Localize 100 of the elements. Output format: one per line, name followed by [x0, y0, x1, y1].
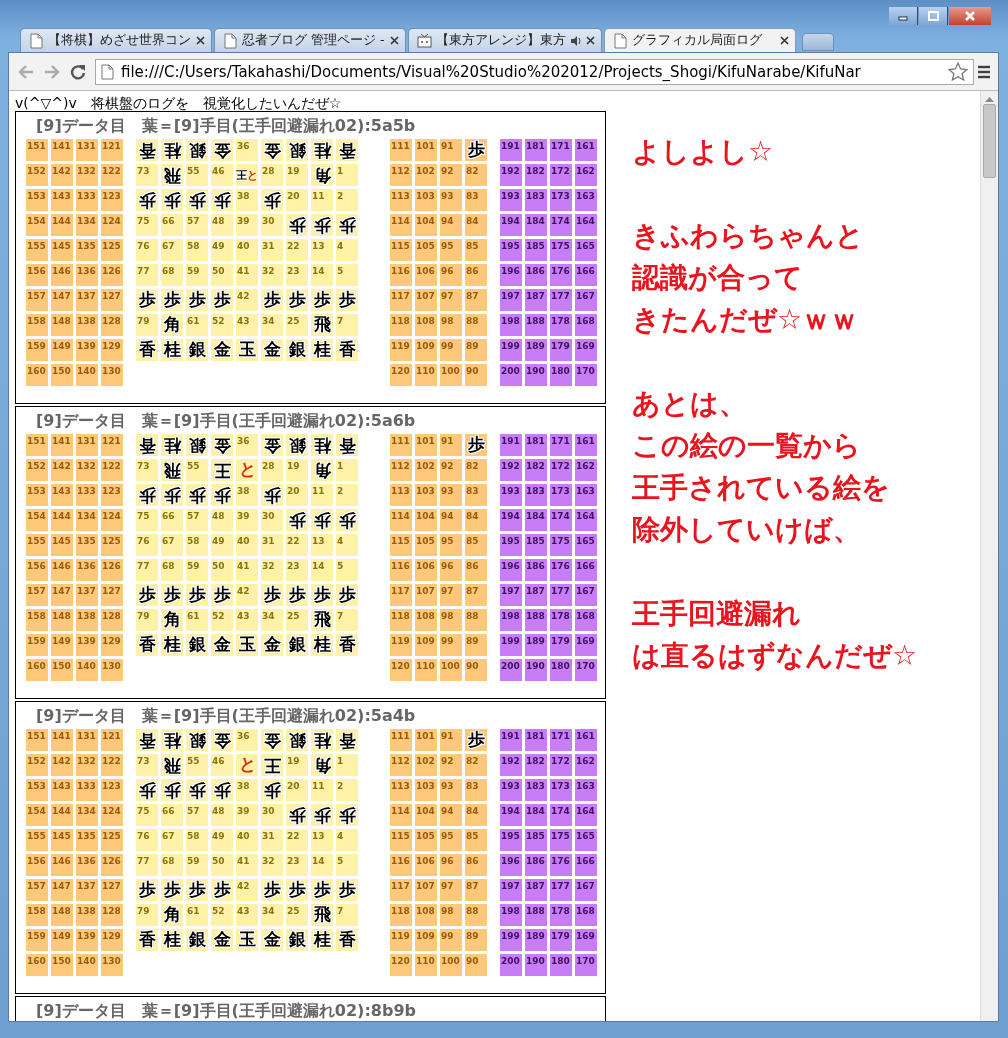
shogi-piece: 歩 [288, 805, 306, 825]
tray-square: 156 [26, 559, 48, 581]
tray-square: 191 [500, 139, 522, 161]
board-square: 19 [286, 164, 308, 186]
tray-square: 170 [575, 659, 597, 681]
tray-square: 137 [76, 584, 98, 606]
note-text: あとは、 [632, 386, 748, 422]
tray-square: 162 [575, 754, 597, 776]
tray-square: 109 [415, 634, 437, 656]
tray-square: 179 [550, 929, 572, 951]
tray-square: 196 [500, 264, 522, 286]
tray-square: 189 [525, 339, 547, 361]
minimize-button[interactable] [889, 7, 918, 25]
speaker-icon[interactable] [570, 34, 582, 47]
tray-square: 97 [440, 584, 462, 606]
board-square: 34 [261, 904, 283, 926]
board-square: 22 [286, 534, 308, 556]
board-square: 43 [236, 904, 258, 926]
board-square: 40 [236, 534, 258, 556]
tray-square: 92 [440, 754, 462, 776]
reload-icon[interactable] [69, 62, 87, 81]
tray-square: 144 [51, 214, 73, 236]
tray-square: 199 [500, 929, 522, 951]
close-icon[interactable] [780, 36, 789, 45]
tray-square: 169 [575, 929, 597, 951]
close-icon[interactable] [196, 36, 205, 45]
board-square: 48 [211, 214, 233, 236]
tray-square: 89 [465, 929, 487, 951]
tray-square: 182 [525, 754, 547, 776]
address-field[interactable]: file:///C:/Users/Takahashi/Documents/Visual%20Studio%202012/Projects_Shogi/KifuNarabe/KifuNar [95, 58, 974, 85]
shogi-piece: 歩 [163, 880, 181, 900]
scrollbar-thumb[interactable] [983, 104, 996, 178]
tray-square: 86 [465, 264, 487, 286]
board-square: 41 [236, 264, 258, 286]
tray-square: 142 [51, 459, 73, 481]
browser-tab[interactable]: 【東方アレンジ】東方 [408, 28, 602, 52]
tray-square: 104 [415, 509, 437, 531]
tray-square: 169 [575, 339, 597, 361]
board-square: 36 [236, 729, 258, 751]
tray-square: 135 [76, 829, 98, 851]
tray-square: 105 [415, 829, 437, 851]
tray-square: 169 [575, 634, 597, 656]
tray-square: 149 [51, 634, 73, 656]
board-square: 11 [311, 484, 333, 506]
tray-square: 130 [101, 954, 123, 976]
shogi-piece: 銀 [188, 340, 206, 360]
tray-square: 150 [51, 364, 73, 386]
tray-square: 165 [575, 829, 597, 851]
tray-square: 142 [51, 164, 73, 186]
tray-square: 99 [440, 634, 462, 656]
tray-square: 125 [101, 534, 123, 556]
tray-square: 189 [525, 634, 547, 656]
tray-square: 111 [390, 434, 412, 456]
maximize-button[interactable] [919, 7, 948, 25]
tray-square: 190 [525, 954, 547, 976]
shogi-piece: 王 [213, 460, 231, 480]
tray-square: 117 [390, 879, 412, 901]
scroll-up-arrow-icon[interactable] [985, 96, 994, 102]
board-square: 59 [186, 264, 208, 286]
shogi-piece: 香 [138, 730, 156, 750]
menu-icon[interactable] [976, 63, 992, 80]
tray-square: 112 [390, 754, 412, 776]
note-text: 王手回避漏れ [632, 596, 802, 632]
tray-square: 191 [500, 434, 522, 456]
board-square: 30 [261, 804, 283, 826]
shogi-piece: 歩 [467, 140, 485, 160]
browser-tab[interactable]: 忍者ブログ 管理ページ - [214, 28, 406, 52]
tray-square: 122 [101, 164, 123, 186]
tray-square: 112 [390, 164, 412, 186]
tray-square: 90 [465, 954, 487, 976]
shogi-piece: 歩 [288, 585, 306, 605]
close-button[interactable] [949, 7, 991, 25]
tray-square: 197 [500, 584, 522, 606]
tray-square: 83 [465, 779, 487, 801]
tray-square: 111 [390, 139, 412, 161]
close-icon[interactable] [390, 36, 399, 45]
tray-square: 195 [500, 534, 522, 556]
tray-square: 199 [500, 634, 522, 656]
board-square: 4 [336, 534, 358, 556]
tray-square: 159 [26, 634, 48, 656]
shogi-piece: 香 [338, 635, 356, 655]
shogi-piece: 香 [138, 635, 156, 655]
tray-square: 174 [550, 804, 572, 826]
browser-tab[interactable]: 【将棋】めざせ世界コン [20, 28, 212, 52]
board-square: 68 [161, 559, 183, 581]
note-text: 除外していけば、 [632, 512, 862, 548]
board-square: 50 [211, 264, 233, 286]
shogi-piece: 金 [213, 340, 231, 360]
tray-square: 117 [390, 289, 412, 311]
browser-tab[interactable]: グラフィカル局面ログ [604, 28, 796, 52]
tray-square: 94 [440, 509, 462, 531]
close-icon[interactable] [586, 36, 595, 45]
board-square: 73 [136, 459, 158, 481]
tray-square: 135 [76, 534, 98, 556]
tray-square: 112 [390, 459, 412, 481]
tray-square: 179 [550, 634, 572, 656]
board-square: 61 [186, 314, 208, 336]
board-square: 5 [336, 264, 358, 286]
tray-square: 94 [440, 214, 462, 236]
tray-square: 95 [440, 239, 462, 261]
